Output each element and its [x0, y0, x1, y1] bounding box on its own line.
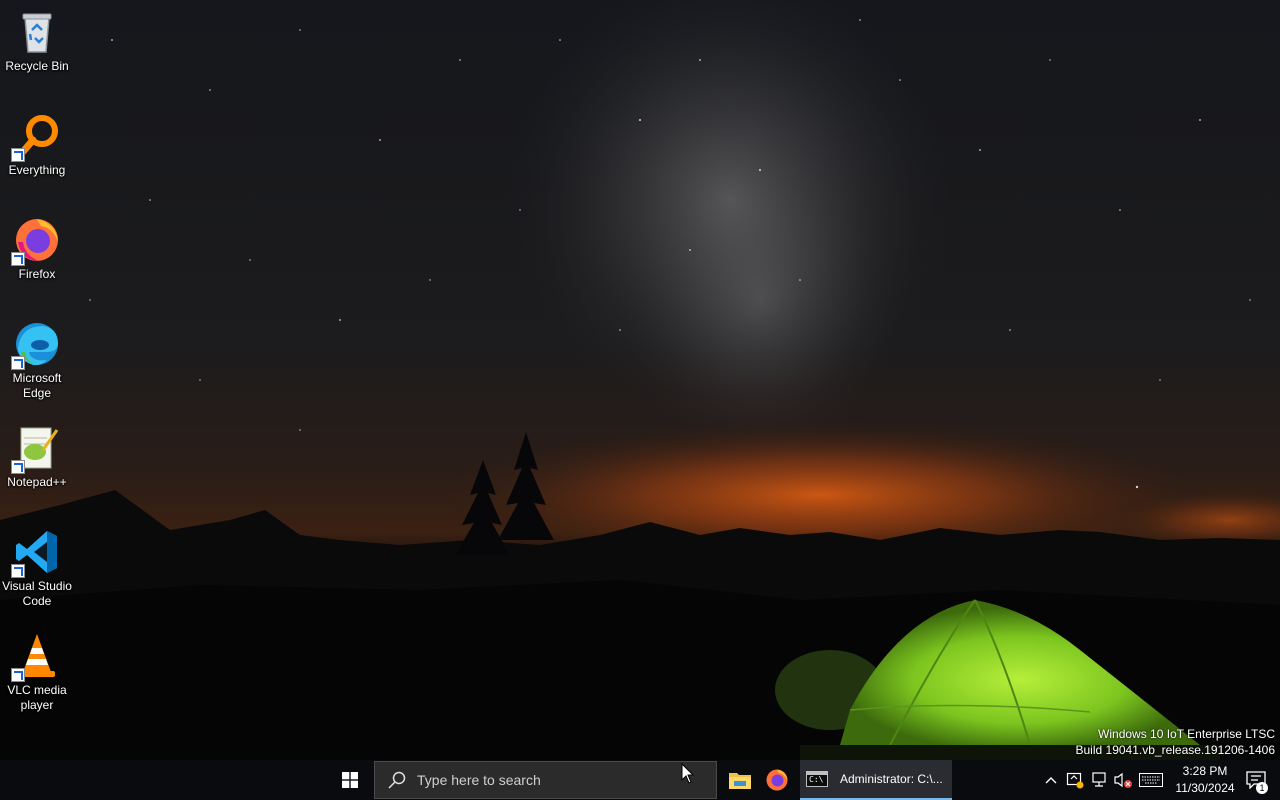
- shortcut-arrow-icon: [11, 668, 25, 682]
- desktop-icon-everything[interactable]: Everything: [0, 112, 74, 178]
- desktop-wallpaper: [0, 0, 1280, 760]
- shortcut-arrow-icon: [11, 148, 25, 162]
- keyboard-icon: [1139, 773, 1163, 787]
- show-hidden-icons-button[interactable]: [1040, 760, 1062, 800]
- search-icon: [388, 771, 406, 789]
- edge-icon: [11, 320, 61, 370]
- windows-build-watermark: Windows 10 IoT Enterprise LTSC Build 190…: [1076, 726, 1276, 758]
- vscode-icon: [11, 528, 61, 578]
- network-tray-button[interactable]: [1088, 760, 1110, 800]
- taskbar: Type here to search C:\ Administrator: C…: [0, 760, 1280, 800]
- start-button[interactable]: [330, 760, 370, 800]
- notepad-plus-plus-icon: [11, 424, 61, 474]
- watermark-edition: Windows 10 IoT Enterprise LTSC: [1098, 727, 1275, 741]
- chevron-up-icon: [1045, 777, 1057, 784]
- desktop-icon-label: Microsoft Edge: [12, 371, 62, 400]
- clock-time: 3:28 PM: [1182, 764, 1228, 778]
- mouse-cursor-icon: [681, 763, 695, 784]
- watermark-build: Build 19041.vb_release.191206-1406: [1075, 743, 1276, 757]
- desktop-icon-firefox[interactable]: Firefox: [0, 216, 74, 282]
- taskbar-file-explorer-button[interactable]: [724, 760, 756, 800]
- command-prompt-icon: C:\: [806, 771, 828, 787]
- file-explorer-icon: [729, 773, 751, 789]
- desktop-icon-label: Notepad++: [7, 475, 67, 489]
- taskbar-window-title: Administrator: C:\...: [840, 772, 943, 786]
- windows-logo-icon: [342, 772, 358, 788]
- desktop-icon-visual-studio-code[interactable]: Visual Studio Code: [0, 528, 74, 609]
- everything-search-icon: [11, 112, 61, 162]
- desktop-icon-microsoft-edge[interactable]: Microsoft Edge: [0, 320, 74, 401]
- taskbar-command-prompt-window[interactable]: C:\ Administrator: C:\...: [800, 760, 952, 800]
- firefox-icon: [766, 769, 788, 791]
- desktop-icon-label: Recycle Bin: [5, 59, 69, 73]
- desktop-icon-label: VLC media player: [7, 683, 67, 712]
- shortcut-arrow-icon: [11, 460, 25, 474]
- volume-muted-icon: [1114, 772, 1132, 788]
- windows-security-warning-icon: [1066, 772, 1084, 789]
- volume-tray-button[interactable]: [1112, 760, 1134, 800]
- desktop-icon-label: Visual Studio Code: [2, 579, 72, 608]
- taskbar-firefox-button[interactable]: [760, 760, 794, 800]
- desktop-icon-recycle-bin[interactable]: Recycle Bin: [0, 8, 74, 74]
- firefox-icon: [11, 216, 61, 266]
- action-center-button[interactable]: 1: [1240, 760, 1272, 800]
- desktop-icon-vlc[interactable]: VLC media player: [0, 632, 74, 713]
- shortcut-arrow-icon: [11, 252, 25, 266]
- touch-keyboard-button[interactable]: [1137, 760, 1165, 800]
- taskbar-clock[interactable]: 3:28 PM 11/30/2024: [1166, 760, 1244, 800]
- search-placeholder: Type here to search: [417, 772, 541, 788]
- shortcut-arrow-icon: [11, 356, 25, 370]
- clock-date: 11/30/2024: [1175, 781, 1235, 795]
- desktop-icon-label: Everything: [8, 163, 66, 177]
- notification-count-badge: 1: [1256, 782, 1268, 794]
- vlc-icon: [11, 632, 61, 682]
- windows-security-tray-button[interactable]: [1064, 760, 1086, 800]
- recycle-bin-icon: [13, 8, 61, 56]
- taskbar-search-box[interactable]: Type here to search: [374, 761, 717, 799]
- desktop-icon-label: Firefox: [18, 267, 56, 281]
- network-icon: [1092, 772, 1106, 787]
- shortcut-arrow-icon: [11, 564, 25, 578]
- desktop-icon-notepad-plus-plus[interactable]: Notepad++: [0, 424, 74, 490]
